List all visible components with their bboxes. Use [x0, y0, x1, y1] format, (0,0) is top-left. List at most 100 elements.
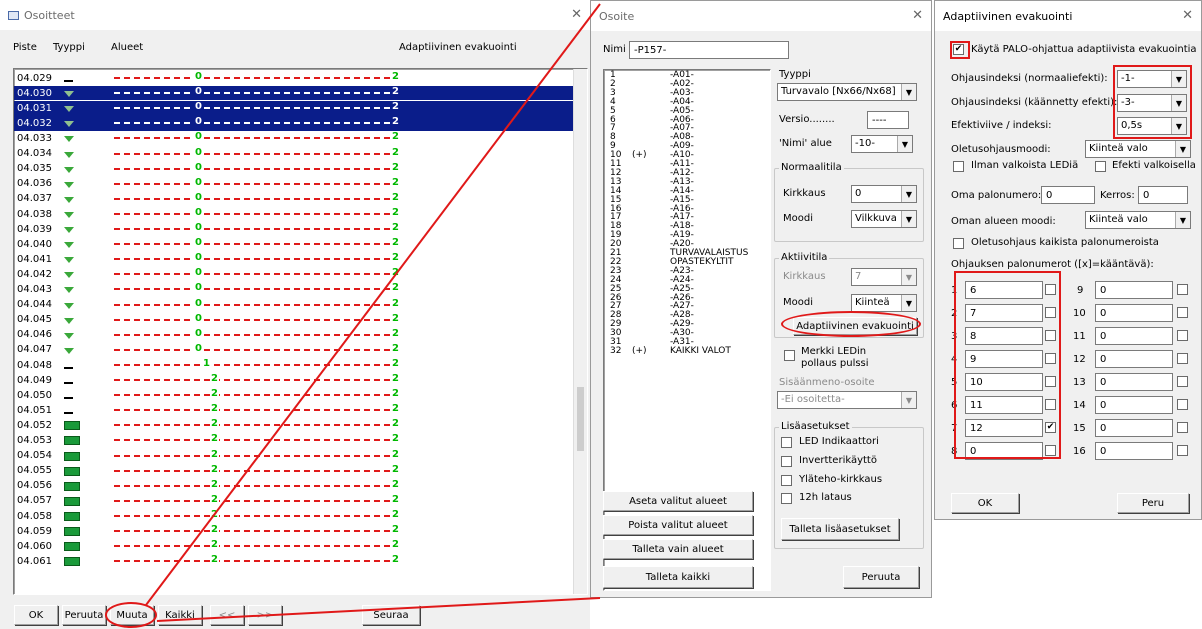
close-icon[interactable]: ✕ — [912, 8, 923, 23]
brightness-select[interactable]: 0 ▼ — [851, 185, 917, 203]
input-addr-select[interactable]: -Ei osoitetta- ▼ — [777, 391, 917, 409]
table-row[interactable]: 04.048 1 2 — [14, 357, 574, 372]
fire-number-input[interactable]: 0 — [1095, 442, 1173, 460]
table-row[interactable]: 04.032 0 2 — [14, 116, 574, 131]
table-row[interactable]: 04.054 2 2 — [14, 448, 574, 463]
default-mode-select[interactable]: Kiinteä valo ▼ — [1085, 140, 1191, 158]
table-row[interactable]: 04.044 0 2 — [14, 297, 574, 312]
type-select[interactable]: Turvavalo [Nx66/Nx68] ▼ — [777, 83, 917, 101]
table-row[interactable]: 04.042 0 2 — [14, 267, 574, 281]
header-piste[interactable]: Piste — [13, 42, 37, 53]
table-row[interactable]: 04.053 2 2 — [14, 433, 574, 447]
table-row[interactable]: 04.052 2 2 — [14, 418, 574, 432]
fire-index: 12 — [1073, 354, 1086, 365]
no-white-checkbox[interactable] — [953, 161, 964, 172]
point-id: 04.059 — [17, 525, 52, 537]
table-row[interactable]: 04.036 0 2 — [14, 176, 574, 191]
fire-number-input[interactable]: 0 — [1095, 419, 1173, 437]
next-button[interactable]: >> — [248, 605, 282, 625]
table-row[interactable]: 04.029 0 2 — [14, 71, 574, 85]
table-row[interactable]: 04.038 0 2 — [14, 206, 574, 221]
scrollbar[interactable] — [573, 69, 587, 594]
fire-number-input[interactable]: 0 — [1095, 396, 1173, 414]
name-input[interactable]: -P157- — [629, 41, 789, 59]
name-area-select[interactable]: -10- ▼ — [851, 135, 913, 153]
table-row[interactable]: 04.031 0 2 — [14, 101, 574, 116]
fire-number-input[interactable]: 0 — [1095, 327, 1173, 345]
evac-value: 2 — [392, 327, 399, 339]
reverse-checkbox[interactable] — [1177, 422, 1188, 433]
close-icon[interactable]: ✕ — [1182, 8, 1193, 23]
lamp-icon — [64, 287, 74, 294]
table-row[interactable]: 04.045 0 2 — [14, 312, 574, 327]
active-mode-select[interactable]: Kiinteä ▼ — [851, 294, 917, 312]
mode-select[interactable]: Vilkkuva ▼ — [851, 210, 917, 228]
prev-button[interactable]: << — [210, 605, 244, 625]
table-row[interactable]: 04.061 2 2 — [14, 554, 574, 568]
inverter-checkbox[interactable] — [781, 456, 792, 467]
remove-areas-button[interactable]: Poista valitut alueet — [603, 515, 753, 535]
reverse-checkbox[interactable] — [1177, 330, 1188, 341]
reverse-checkbox[interactable] — [1177, 353, 1188, 364]
effect-white-checkbox[interactable] — [1095, 161, 1106, 172]
area-mode-select[interactable]: Kiinteä valo ▼ — [1085, 211, 1191, 229]
led-indicator-checkbox[interactable] — [781, 437, 792, 448]
table-row[interactable]: 04.037 0 2 — [14, 191, 574, 206]
fire-number-input[interactable]: 0 — [1095, 373, 1173, 391]
cancel-button[interactable]: Peru — [1117, 493, 1189, 513]
save-all-button[interactable]: Talleta kaikki — [603, 566, 753, 588]
reverse-checkbox[interactable] — [1177, 445, 1188, 456]
reverse-checkbox[interactable] — [1177, 284, 1188, 295]
table-row[interactable]: 04.051 2 2 — [14, 403, 574, 417]
table-row[interactable]: 04.040 0 2 — [14, 237, 574, 251]
table-row[interactable]: 04.041 0 2 — [14, 252, 574, 266]
table-row[interactable]: 04.047 0 2 — [14, 342, 574, 357]
table-row[interactable]: 04.034 0 2 — [14, 146, 574, 161]
table-row[interactable]: 04.043 0 2 — [14, 282, 574, 296]
reverse-checkbox[interactable] — [1177, 376, 1188, 387]
table-row[interactable]: 04.056 2 2 — [14, 478, 574, 493]
table-row[interactable]: 04.058 2 2 — [14, 508, 574, 523]
floor-input[interactable]: 0 — [1138, 186, 1188, 204]
table-row[interactable]: 04.057 2 2 — [14, 493, 574, 508]
table-row[interactable]: 04.055 2 2 — [14, 463, 574, 478]
table-row[interactable]: 04.050 2 2 — [14, 388, 574, 402]
active-brightness-select[interactable]: 7 ▼ — [851, 268, 917, 286]
scroll-thumb[interactable] — [577, 387, 584, 451]
header-evac[interactable]: Adaptiivinen evakuointi — [399, 42, 517, 53]
fire-number-input[interactable]: 0 — [1095, 304, 1173, 322]
table-row[interactable]: 04.033 0 2 — [14, 131, 574, 145]
point-id: 04.058 — [17, 510, 52, 522]
close-icon[interactable]: ✕ — [571, 7, 582, 22]
default-all-checkbox[interactable] — [953, 238, 964, 249]
reverse-checkbox[interactable] — [1177, 307, 1188, 318]
led-poll-checkbox[interactable] — [784, 350, 795, 361]
table-row[interactable]: 04.030 0 2 — [14, 86, 574, 101]
table-row[interactable]: 04.060 2 2 — [14, 539, 574, 553]
fire-number-input[interactable]: 0 — [1095, 281, 1173, 299]
reverse-checkbox[interactable] — [1177, 399, 1188, 410]
fire-number-input[interactable]: 0 — [1095, 350, 1173, 368]
table-row[interactable]: 04.039 0 2 — [14, 222, 574, 236]
header-tyyppi[interactable]: Tyyppi — [53, 42, 85, 53]
table-row[interactable]: 04.049 2 2 — [14, 373, 574, 387]
list-item[interactable]: 32 (+) KAIKKI VALOT — [610, 346, 760, 356]
high-power-checkbox[interactable] — [781, 475, 792, 486]
save-extra-button[interactable]: Talleta lisäasetukset — [781, 518, 899, 540]
cancel-button[interactable]: Peruuta — [62, 605, 106, 625]
table-row[interactable]: 04.046 0 2 — [14, 327, 574, 342]
ok-button[interactable]: OK — [951, 493, 1019, 513]
table-row[interactable]: 04.059 2 2 — [14, 524, 574, 538]
cancel-button[interactable]: Peruuta — [843, 566, 919, 588]
evac-value: 2 — [392, 388, 399, 400]
all-button[interactable]: Kaikki — [158, 605, 202, 625]
fire-no-input[interactable]: 0 — [1041, 186, 1095, 204]
table-row[interactable]: 04.035 0 2 — [14, 161, 574, 176]
header-alueet[interactable]: Alueet — [111, 42, 143, 53]
follow-button[interactable]: Seuraa — [362, 605, 420, 625]
charge-12h-checkbox[interactable] — [781, 493, 792, 504]
address-list[interactable]: 04.029 0 2 04.030 0 2 04.031 0 2 04.032 0 2 04.033 0 2… — [13, 68, 588, 595]
save-areas-button[interactable]: Talleta vain alueet — [603, 539, 753, 559]
ok-button[interactable]: OK — [14, 605, 58, 625]
set-areas-button[interactable]: Aseta valitut alueet — [603, 491, 753, 511]
